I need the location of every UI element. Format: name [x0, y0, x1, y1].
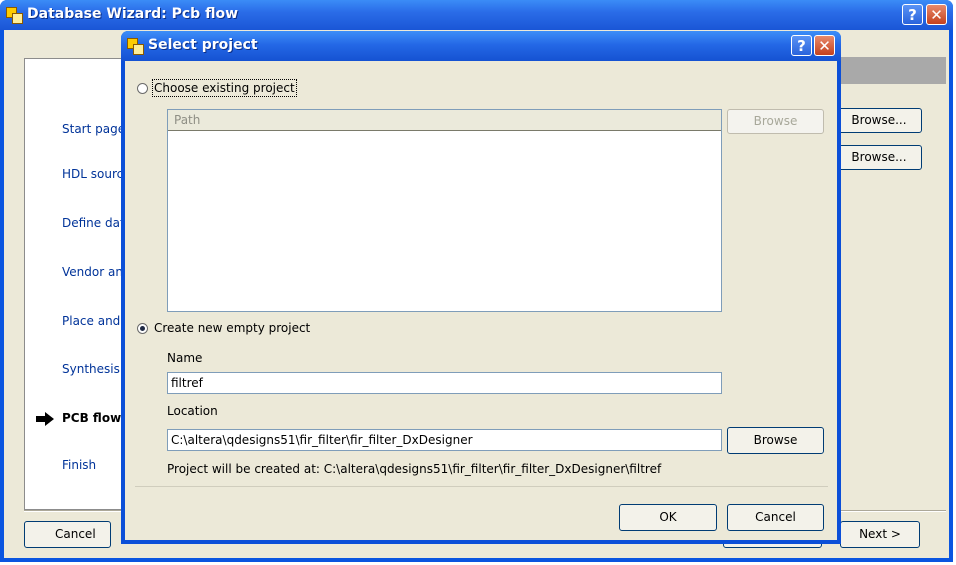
location-label: Location [167, 404, 218, 418]
select-project-dialog: Select project ? ✕ Choose existing proje… [121, 31, 841, 544]
wizard-titlebar[interactable]: Database Wizard: Pcb flow ? ✕ [0, 0, 953, 30]
dialog-separator [135, 486, 828, 487]
arrow-right-icon [36, 412, 54, 426]
app-icon [127, 38, 144, 55]
existing-projects-list[interactable]: Path [167, 109, 722, 312]
create-new-radio[interactable] [137, 323, 148, 334]
sidebar-item-synthesis[interactable]: Synthesis [62, 362, 120, 376]
sidebar-item-start-page[interactable]: Start page [62, 122, 125, 136]
browse-button-2[interactable]: Browse... [836, 145, 922, 170]
browse-existing-button[interactable]: Browse [727, 109, 824, 134]
name-field[interactable]: filtref [167, 372, 722, 394]
sidebar-item-vendor[interactable]: Vendor an [62, 265, 123, 279]
choose-existing-radio[interactable] [137, 83, 148, 94]
browse-location-button[interactable]: Browse [727, 427, 824, 454]
dialog-body: Choose existing project Path Browse Crea… [125, 61, 837, 540]
help-icon[interactable]: ? [791, 35, 812, 56]
close-icon[interactable]: ✕ [814, 35, 835, 56]
location-field[interactable]: C:\altera\qdesigns51\fir_filter\fir_filt… [167, 429, 722, 451]
project-path-preview: Project will be created at: C:\altera\qd… [167, 462, 662, 476]
cancel-button[interactable]: Cancel [727, 504, 824, 531]
name-label: Name [167, 351, 203, 365]
create-new-label[interactable]: Create new empty project [154, 321, 310, 335]
header-strip [836, 57, 946, 84]
choose-existing-label[interactable]: Choose existing project [152, 79, 297, 97]
ok-button[interactable]: OK [619, 504, 717, 531]
path-column-header[interactable]: Path [168, 110, 721, 131]
dialog-title: Select project [148, 37, 258, 53]
wizard-next-button[interactable]: Next > [840, 521, 920, 548]
wizard-cancel-button[interactable]: Cancel [24, 521, 111, 548]
help-icon[interactable]: ? [902, 4, 923, 25]
wizard-sidebar: Start page HDL source Define dat Vendor … [24, 58, 136, 510]
wizard-title: Database Wizard: Pcb flow [27, 6, 238, 22]
browse-button-1[interactable]: Browse... [836, 108, 922, 133]
sidebar-item-place-and-route[interactable]: Place and [62, 314, 120, 328]
sidebar-item-finish[interactable]: Finish [62, 458, 96, 472]
sidebar-item-define-database[interactable]: Define dat [62, 216, 125, 230]
dialog-titlebar[interactable]: Select project ? ✕ [121, 31, 841, 61]
app-icon [6, 7, 23, 24]
close-icon[interactable]: ✕ [926, 4, 947, 25]
sidebar-item-pcb-flow[interactable]: PCB flow [62, 411, 121, 425]
